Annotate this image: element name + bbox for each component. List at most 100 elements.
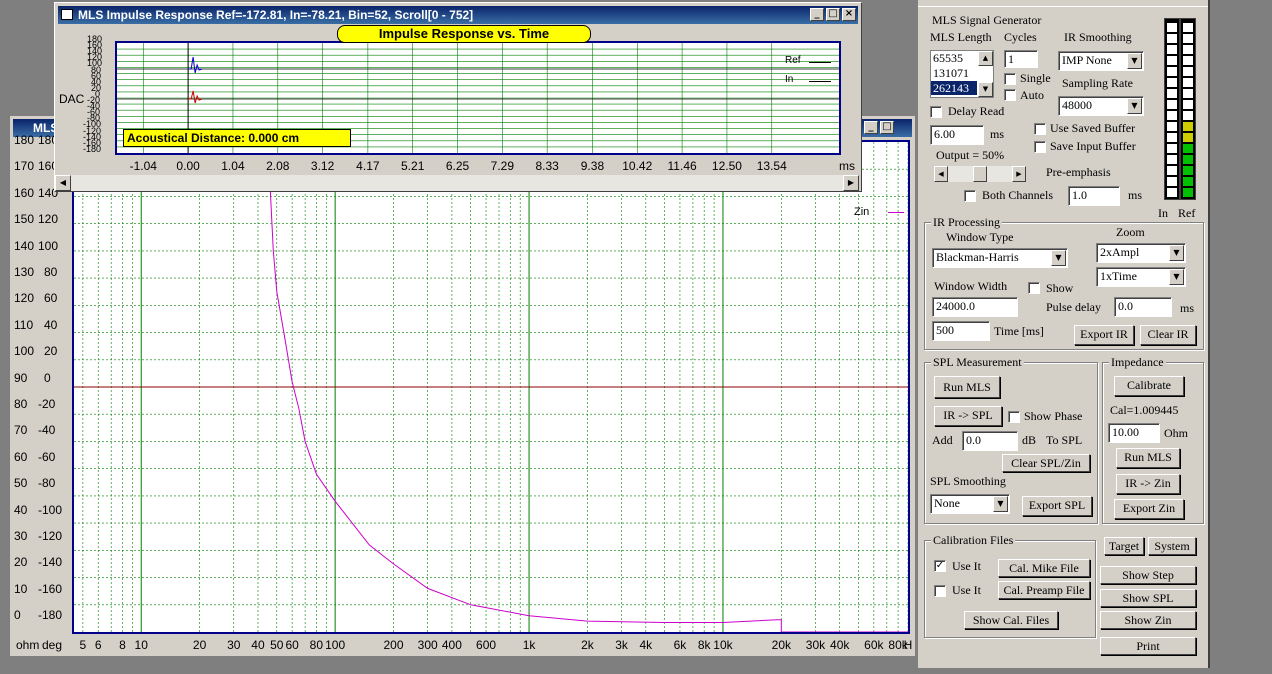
meter-segment xyxy=(1183,111,1193,120)
use-saved-buffer-label: Use Saved Buffer xyxy=(1050,121,1136,135)
output-slider[interactable]: ◀ ▶ xyxy=(934,166,1026,182)
scroll-left-icon[interactable]: ◀ xyxy=(55,175,71,191)
show-spl-button[interactable]: Show SPL xyxy=(1100,589,1196,607)
auto-checkbox[interactable] xyxy=(1004,89,1016,101)
chevron-down-icon[interactable]: ▼ xyxy=(1169,269,1184,285)
pulse-delay-unit: ms xyxy=(1180,301,1195,315)
chevron-down-icon[interactable]: ▼ xyxy=(1127,53,1142,69)
impedance-title: Impedance xyxy=(1109,355,1166,370)
minimize-icon[interactable]: _ xyxy=(864,121,878,134)
zin-plot-area[interactable]: Zin xyxy=(72,140,910,634)
calibrate-button[interactable]: Calibrate xyxy=(1114,376,1184,396)
export-zin-button[interactable]: Export Zin xyxy=(1114,499,1184,519)
meter-segment xyxy=(1167,111,1177,120)
minimize-icon[interactable]: _ xyxy=(810,8,824,21)
zin-plot-svg xyxy=(74,142,908,632)
ir-window-titlebar[interactable]: MLS Impulse Response Ref=-172.81, In=-78… xyxy=(58,6,858,24)
use-saved-buffer-checkbox[interactable] xyxy=(1034,123,1046,135)
ir-time-tick: 9.38 xyxy=(580,159,605,173)
target-button[interactable]: Target xyxy=(1104,537,1144,555)
ir-smoothing-select[interactable]: IMP None ▼ xyxy=(1058,51,1144,71)
meter-segment xyxy=(1183,144,1193,153)
ir-to-zin-button[interactable]: IR -> Zin xyxy=(1116,474,1180,494)
show-step-button[interactable]: Show Step xyxy=(1100,566,1196,584)
delay-read-checkbox[interactable] xyxy=(930,106,942,118)
zoom-amplitude-value: 2xAmpl xyxy=(1100,245,1140,259)
meter-segment xyxy=(1167,133,1177,142)
spin-up-icon[interactable]: ▲ xyxy=(978,51,993,66)
mls-length-listbox[interactable]: 65535 131071 262143 ▲ ▼ xyxy=(930,50,994,98)
export-ir-button[interactable]: Export IR xyxy=(1074,325,1134,345)
show-window-checkbox[interactable] xyxy=(1028,282,1040,294)
left-axis-tick: 10 xyxy=(14,581,28,596)
cal-mike-file-button[interactable]: Cal. Mike File xyxy=(998,559,1090,577)
run-mls-spl-button[interactable]: Run MLS xyxy=(934,376,1000,398)
window-type-select[interactable]: Blackman-Harris ▼ xyxy=(932,248,1068,268)
delay-field[interactable]: 6.00 xyxy=(930,125,984,145)
ir-horizontal-scrollbar[interactable]: ◀ ▶ xyxy=(55,175,859,191)
zoom-time-select[interactable]: 1xTime ▼ xyxy=(1096,267,1186,287)
right-axis-tick: 80 xyxy=(44,265,58,279)
clear-ir-button[interactable]: Clear IR xyxy=(1140,325,1196,345)
frequency-tick: 5 xyxy=(79,638,87,652)
spl-smoothing-label: SPL Smoothing xyxy=(930,474,1006,488)
clear-spl-zin-button[interactable]: Clear SPL/Zin xyxy=(1002,454,1090,472)
frequency-tick: 10k xyxy=(713,638,733,652)
impedance-ohm-field[interactable]: 10.00 xyxy=(1108,423,1160,443)
both-channels-field[interactable]: 1.0 xyxy=(1068,186,1120,206)
sampling-rate-select[interactable]: 48000 ▼ xyxy=(1058,96,1144,116)
ir-time-unit: ms xyxy=(839,159,855,173)
scroll-right-icon[interactable]: ▶ xyxy=(843,175,859,191)
maximize-icon[interactable]: □ xyxy=(826,8,840,21)
cal-preamp-file-button[interactable]: Cal. Preamp File xyxy=(998,581,1090,599)
right-axis-tick: 20 xyxy=(44,344,58,359)
right-axis-tick: -20 xyxy=(38,397,56,411)
ir-time-tick: 10.42 xyxy=(622,159,653,173)
save-input-buffer-checkbox[interactable] xyxy=(1034,141,1046,153)
system-button[interactable]: System xyxy=(1148,537,1196,555)
maximize-icon[interactable]: □ xyxy=(880,121,894,134)
use-preamp-file-checkbox[interactable] xyxy=(934,585,946,597)
slider-thumb[interactable] xyxy=(973,166,987,182)
export-spl-button[interactable]: Export SPL xyxy=(1022,496,1092,516)
show-phase-label: Show Phase xyxy=(1024,409,1083,423)
slider-right-icon[interactable]: ▶ xyxy=(1012,166,1026,182)
frequency-tick: 400 xyxy=(441,638,462,652)
ir-time-tick: 13.54 xyxy=(756,159,787,173)
single-checkbox[interactable] xyxy=(1004,73,1016,85)
chevron-down-icon[interactable]: ▼ xyxy=(1169,245,1184,261)
add-db-field[interactable]: 0.0 xyxy=(962,431,1018,451)
window-width-field[interactable]: 24000.0 xyxy=(932,297,1018,317)
show-zin-button[interactable]: Show Zin xyxy=(1100,611,1196,629)
spl-smoothing-select[interactable]: None ▼ xyxy=(930,494,1010,514)
ir-time-tick: 12.50 xyxy=(711,159,742,173)
close-icon[interactable]: × xyxy=(842,8,856,21)
slider-left-icon[interactable]: ◀ xyxy=(934,166,948,182)
show-cal-files-button[interactable]: Show Cal. Files xyxy=(964,611,1058,629)
chevron-down-icon[interactable]: ▼ xyxy=(1127,98,1142,114)
ir-time-tick: 1.04 xyxy=(221,159,245,173)
run-mls-zin-button[interactable]: Run MLS xyxy=(1116,448,1180,468)
ir-plot-area[interactable]: Ref In Acoustical Distance: 0.000 cm xyxy=(115,41,841,155)
frequency-tick: 100 xyxy=(325,638,346,652)
time-field[interactable]: 500 xyxy=(932,321,990,341)
chevron-down-icon[interactable]: ▼ xyxy=(993,496,1008,512)
ir-legend-ref: Ref xyxy=(785,55,801,66)
mls-length-option[interactable]: 131071 xyxy=(931,66,993,81)
frequency-tick: 60k xyxy=(864,638,884,652)
chevron-down-icon[interactable]: ▼ xyxy=(1051,250,1066,266)
both-channels-checkbox[interactable] xyxy=(964,190,976,202)
zoom-amplitude-select[interactable]: 2xAmpl ▼ xyxy=(1096,243,1186,263)
right-axis-tick: 60 xyxy=(44,291,58,306)
cycles-field[interactable]: 1 xyxy=(1004,50,1038,68)
show-phase-checkbox[interactable] xyxy=(1008,411,1020,423)
ref-level-meter xyxy=(1180,18,1196,200)
print-button[interactable]: Print xyxy=(1100,637,1196,655)
ir-chart-title: Impulse Response vs. Time xyxy=(337,25,591,43)
pulse-delay-field[interactable]: 0.0 xyxy=(1114,297,1172,317)
ir-time-tick: 6.25 xyxy=(445,159,470,173)
spin-down-icon[interactable]: ▼ xyxy=(978,82,993,97)
use-mike-file-checkbox[interactable]: ✓ xyxy=(934,560,946,572)
mls-length-option-selected[interactable]: 262143 xyxy=(931,81,977,95)
ir-to-spl-button[interactable]: IR -> SPL xyxy=(934,406,1002,426)
